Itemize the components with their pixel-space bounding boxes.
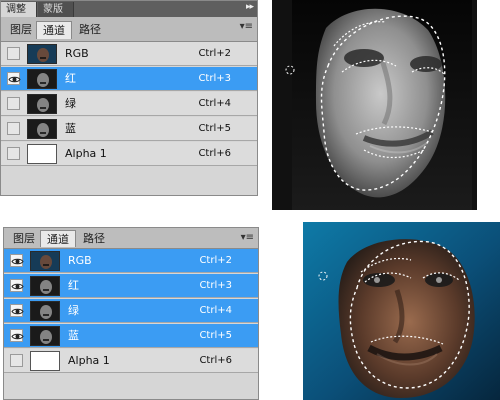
visibility-toggle[interactable] (7, 147, 20, 160)
channel-thumbnail (27, 119, 57, 139)
channel-row[interactable]: 蓝 Ctrl+5 (1, 117, 257, 141)
eye-icon (11, 308, 24, 315)
channel-row[interactable]: Alpha 1 Ctrl+6 (1, 142, 257, 166)
grayscale-photo-preview (272, 0, 477, 210)
face-grayscale-image (272, 0, 477, 210)
visibility-toggle[interactable] (10, 279, 24, 292)
visibility-toggle[interactable] (10, 304, 24, 317)
visibility-toggle[interactable] (7, 47, 20, 60)
channel-label: Alpha 1 (68, 354, 110, 367)
channel-label: 蓝 (68, 329, 79, 342)
channel-row[interactable]: 蓝 Ctrl+5 (4, 324, 258, 348)
channel-label: RGB (68, 254, 92, 267)
shortcut-label: Ctrl+5 (199, 330, 232, 341)
channel-row[interactable]: 红 Ctrl+3 (4, 274, 258, 298)
eye-icon (8, 76, 21, 83)
panel-menu-icon[interactable]: ▾≡ (241, 232, 254, 243)
visibility-toggle[interactable] (7, 72, 21, 85)
tab-channels[interactable]: 通道 (36, 21, 72, 39)
channel-label: Alpha 1 (65, 147, 107, 160)
channel-label: RGB (65, 47, 89, 60)
channel-thumbnail (27, 94, 57, 114)
channel-thumbnail (30, 276, 60, 296)
panel-menu-icon[interactable]: ▾≡ (240, 21, 253, 32)
visibility-toggle[interactable] (7, 97, 20, 110)
panel-tabs: 图层 通道 路径 ▾≡ (1, 17, 257, 42)
visibility-toggle[interactable] (10, 329, 24, 342)
face-color-image (303, 222, 500, 400)
eye-icon (11, 283, 24, 290)
tab-layers[interactable]: 图层 (7, 230, 41, 247)
channel-label: 红 (65, 72, 76, 85)
shortcut-label: Ctrl+6 (199, 355, 232, 366)
channel-row[interactable]: 绿 Ctrl+4 (1, 92, 257, 116)
shortcut-label: Ctrl+2 (199, 255, 232, 266)
tab-adjustments[interactable]: 调整 (1, 2, 37, 17)
channels-panel-bottom: 图层 通道 路径 ▾≡ RGB Ctrl+2 红 Ctrl+3 绿 Ctrl+4 蓝 Ctrl… (3, 227, 259, 400)
panel-tabs: 图层 通道 路径 ▾≡ (4, 228, 258, 249)
tab-paths[interactable]: 路径 (77, 230, 111, 247)
channels-panel-top: 调整 蒙版 ▸▸ 图层 通道 路径 ▾≡ RGB Ctrl+2 红 Ctrl+3 绿 Ct… (0, 0, 258, 196)
shortcut-label: Ctrl+4 (198, 98, 231, 109)
channel-thumbnail (30, 326, 60, 346)
eye-icon (11, 333, 24, 340)
collapse-icon[interactable]: ▸▸ (246, 2, 254, 12)
shortcut-label: Ctrl+2 (198, 48, 231, 59)
color-photo-preview (303, 222, 500, 400)
shortcut-label: Ctrl+5 (198, 123, 231, 134)
channel-thumbnail (30, 251, 60, 271)
visibility-toggle[interactable] (10, 354, 23, 367)
shortcut-label: Ctrl+4 (199, 305, 232, 316)
channel-row[interactable]: RGB Ctrl+2 (4, 249, 258, 273)
shortcut-label: Ctrl+6 (198, 148, 231, 159)
channel-thumbnail (30, 301, 60, 321)
channel-label: 蓝 (65, 122, 76, 135)
tab-layers[interactable]: 图层 (4, 21, 38, 39)
channel-thumbnail (27, 44, 57, 64)
channel-row[interactable]: RGB Ctrl+2 (1, 42, 257, 66)
alpha-thumbnail (30, 351, 60, 371)
channel-label: 红 (68, 279, 79, 292)
channel-label: 绿 (65, 97, 76, 110)
tab-channels[interactable]: 通道 (40, 230, 76, 247)
adjustments-strip: 调整 蒙版 ▸▸ (1, 1, 257, 17)
tab-masks[interactable]: 蒙版 (38, 2, 74, 17)
channel-row[interactable]: 红 Ctrl+3 (1, 67, 257, 91)
visibility-toggle[interactable] (7, 122, 20, 135)
tab-paths[interactable]: 路径 (73, 21, 107, 39)
channel-label: 绿 (68, 304, 79, 317)
alpha-thumbnail (27, 144, 57, 164)
shortcut-label: Ctrl+3 (198, 73, 231, 84)
channel-row[interactable]: 绿 Ctrl+4 (4, 299, 258, 323)
visibility-toggle[interactable] (10, 254, 24, 267)
shortcut-label: Ctrl+3 (199, 280, 232, 291)
channel-thumbnail (27, 69, 57, 89)
eye-icon (11, 258, 24, 265)
channel-row[interactable]: Alpha 1 Ctrl+6 (4, 349, 258, 373)
